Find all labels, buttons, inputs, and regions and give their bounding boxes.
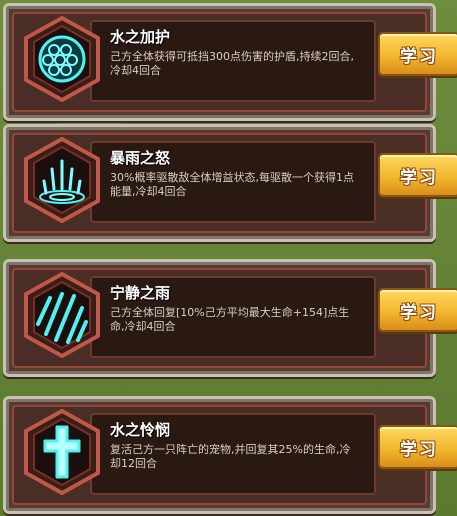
skill-name: 水之加护 [110, 28, 171, 46]
skill-card-tranquil-rain: 宁静之雨 己方全体回复[10%己方平均最大生命+154]点生命,冷却4回合 学习 [3, 259, 457, 377]
skill-description: 己方全体获得可抵挡300点伤害的护盾,持续2回合,冷却4回合 [110, 50, 354, 77]
skill-name: 暴雨之怒 [110, 149, 171, 167]
skill-name: 水之怜悯 [110, 421, 171, 439]
learn-button[interactable]: 学习 [378, 288, 457, 332]
skill-description: 30%概率驱散敌全体增益状态,每驱散一个获得1点能量,冷却4回合 [110, 171, 354, 198]
skill-name: 宁静之雨 [110, 284, 171, 302]
skill-description: 己方全体回复[10%己方平均最大生命+154]点生命,冷却4回合 [110, 306, 350, 333]
shield-cells-icon [24, 16, 100, 102]
cross-icon [24, 409, 100, 495]
rain-splash-icon [24, 137, 100, 223]
rain-streaks-icon [24, 272, 100, 358]
skill-description: 复活己方一只阵亡的宠物,并回复其25%的生命,冷却12回合 [110, 443, 351, 470]
learn-button[interactable]: 学习 [378, 425, 457, 469]
skill-card-storm-rage: 暴雨之怒 30%概率驱散敌全体增益状态,每驱散一个获得1点能量,冷却4回合 学习 [3, 124, 457, 242]
skill-card-water-mercy: 水之怜悯 复活己方一只阵亡的宠物,并回复其25%的生命,冷却12回合 学习 [3, 396, 457, 514]
skill-card-water-protection: 水之加护 己方全体获得可抵挡300点伤害的护盾,持续2回合,冷却4回合 学习 [3, 3, 457, 121]
learn-button[interactable]: 学习 [378, 153, 457, 197]
learn-button[interactable]: 学习 [378, 32, 457, 76]
